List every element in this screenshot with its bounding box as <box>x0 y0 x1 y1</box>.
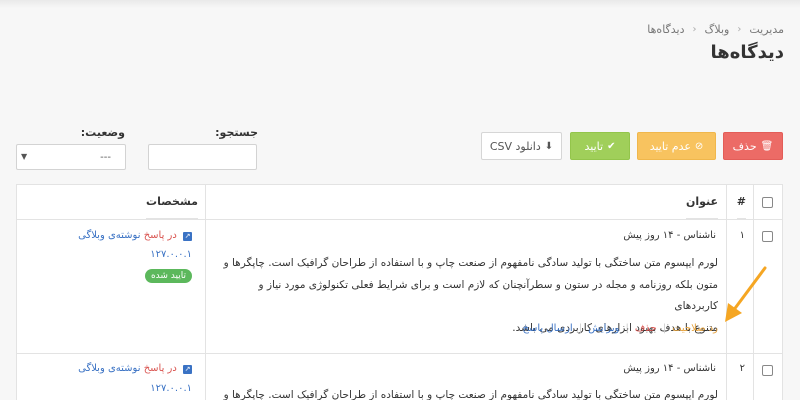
unapprove-label: عدم تایید <box>649 139 691 153</box>
comment-line: متون بلکه روزنامه و مجله در ستون و سطرآن… <box>258 278 718 313</box>
separator: | <box>625 323 629 334</box>
trash-icon: 🗑 <box>760 140 774 152</box>
delete-link[interactable]: حذف <box>635 323 657 334</box>
disapprove-link[interactable]: رد صلاحیت <box>672 323 718 334</box>
col-header-details: مشخصات <box>146 185 198 219</box>
reply-to-label: در پاسخ <box>143 363 177 374</box>
row-number: ۲ <box>739 363 745 374</box>
reply-to-post-link[interactable]: ↗ در پاسخ نوشته‌ی وبلاگی <box>78 230 192 241</box>
post-title: نوشته‌ی وبلاگی <box>78 230 141 241</box>
header-divider <box>17 219 782 220</box>
comment-line: لورم ایپسوم متن ساختگی با تولید سادگی نا… <box>223 389 718 400</box>
delete-label: حذف <box>732 139 757 153</box>
breadcrumb: مدیریت ‹ وبلاگ ‹ دیدگاه‌ها <box>647 23 784 36</box>
page-title: دیدگاه‌ها <box>710 42 785 63</box>
unapprove-button[interactable]: ⊘ عدم تایید <box>637 132 716 160</box>
row-checkbox[interactable] <box>762 365 773 376</box>
ip-address[interactable]: ۱۲۷.۰.۰.۱ <box>150 249 192 260</box>
comment-body: لورم ایپسوم متن ساختگی با تولید سادگی نا… <box>218 385 718 400</box>
row-number: ۱ <box>739 230 745 241</box>
ban-icon: ⊘ <box>694 140 704 152</box>
reply-to-post-link[interactable]: ↗ در پاسخ نوشته‌ی وبلاگی <box>78 363 192 374</box>
separator: | <box>578 323 583 334</box>
chevron-left-icon: ‹ <box>737 24 742 35</box>
separator: | <box>662 323 667 334</box>
ip-address[interactable]: ۱۲۷.۰.۰.۱ <box>150 383 192 394</box>
download-csv-label: دانلود CSV <box>489 139 541 153</box>
reply-to-label: در پاسخ <box>143 230 177 241</box>
breadcrumb-item-comments: دیدگاه‌ها <box>647 23 685 36</box>
status-label: وضعیت: <box>80 126 125 139</box>
approve-label: تایید <box>584 139 604 153</box>
status-select-value: --- <box>100 152 111 163</box>
status-badge: تایید شده <box>144 269 192 283</box>
external-link-icon: ↗ <box>183 232 192 241</box>
approve-button[interactable]: ✔ تایید <box>570 132 630 160</box>
comment-author: ناشناس - ۱۴ روز پیش <box>623 363 716 374</box>
status-select[interactable]: ▼ --- <box>16 144 126 170</box>
col-divider <box>205 185 206 400</box>
breadcrumb-item-blog[interactable]: وبلاگ <box>705 23 730 36</box>
comment-actions: رد صلاحیت | حذف | ویرایش | ارسال پاسخ <box>523 323 718 334</box>
check-icon: ✔ <box>607 140 616 152</box>
select-all-checkbox[interactable] <box>762 197 773 208</box>
breadcrumb-item-admin[interactable]: مدیریت <box>749 23 784 36</box>
row-divider <box>17 353 782 354</box>
edit-link[interactable]: ویرایش <box>588 323 619 334</box>
comment-author: ناشناس - ۱۴ روز پیش <box>623 230 716 241</box>
search-label: جستجو: <box>215 126 258 139</box>
search-input[interactable] <box>148 144 257 170</box>
col-divider <box>726 185 727 400</box>
download-icon: ⬇ <box>544 140 554 152</box>
comment-line: لورم ایپسوم متن ساختگی با تولید سادگی نا… <box>223 257 718 269</box>
col-header-num: # <box>736 185 746 219</box>
post-title: نوشته‌ی وبلاگی <box>78 363 141 374</box>
col-divider <box>753 185 754 400</box>
caret-down-icon: ▼ <box>21 152 28 161</box>
delete-button[interactable]: 🗑 حذف <box>723 132 783 160</box>
chevron-left-icon: ‹ <box>692 24 697 35</box>
comments-table: # عنوان مشخصات ۱ ناشناس - ۱۴ روز پیش لور… <box>16 184 783 400</box>
row-checkbox[interactable] <box>762 231 773 242</box>
col-header-title[interactable]: عنوان <box>685 185 718 219</box>
external-link-icon: ↗ <box>183 365 192 374</box>
top-shade <box>0 0 800 8</box>
download-csv-button[interactable]: ⬇ دانلود CSV <box>481 132 562 160</box>
reply-link[interactable]: ارسال پاسخ <box>523 323 573 334</box>
